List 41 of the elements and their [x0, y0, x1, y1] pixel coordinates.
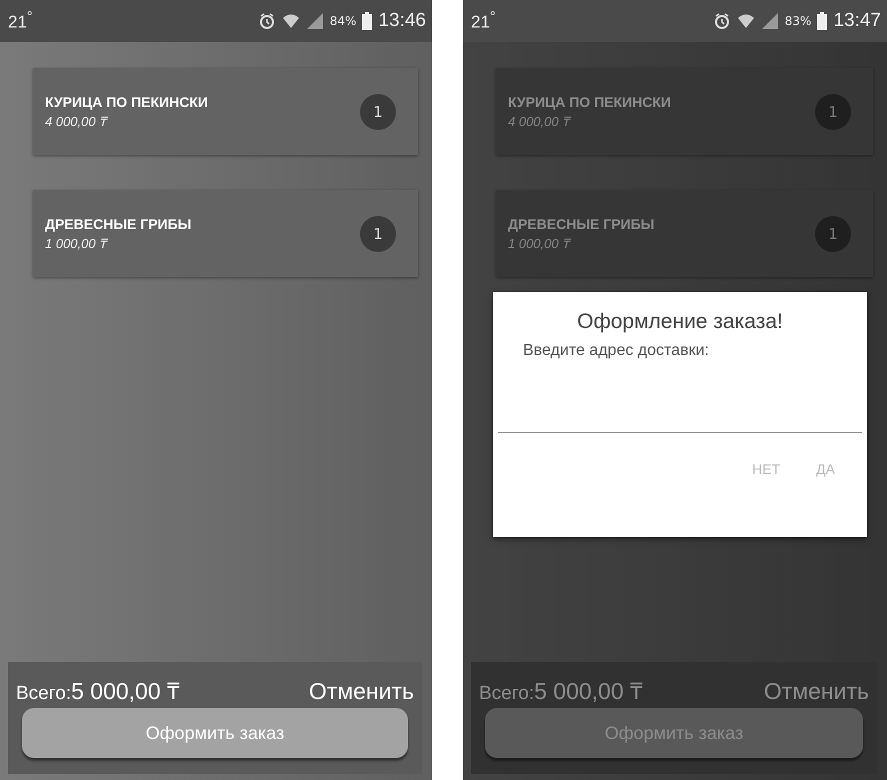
dialog-title: Оформление заказа!: [577, 310, 783, 334]
item-name: ДРЕВЕСНЫЕ ГРИБЫ: [45, 216, 192, 232]
item-price: 1 000,00 ₸: [508, 234, 572, 252]
order-item-card[interactable]: ДРЕВЕСНЫЕ ГРИБЫ 1 000,00 ₸ 1: [33, 190, 418, 277]
item-price: 4 000,00 ₸: [508, 112, 572, 130]
alarm-icon: [712, 12, 731, 30]
item-price: 4 000,00 ₸: [45, 112, 110, 130]
item-price: 1 000,00 ₸: [45, 234, 110, 252]
quantity-badge: 1: [815, 216, 851, 252]
temperature-text: 21$^{°}$: [8, 9, 33, 33]
quantity-badge: 1: [360, 216, 396, 252]
cancel-button[interactable]: Отменить: [308, 678, 414, 705]
wifi-icon: [736, 12, 755, 30]
quantity-badge: 1: [360, 94, 396, 130]
clock-time: 13:46: [378, 10, 426, 32]
battery-percent: 84%: [330, 14, 356, 28]
order-item-card[interactable]: КУРИЦА ПО ПЕКИНСКИ 4 000,00 ₸ 1: [496, 68, 873, 155]
cancel-button[interactable]: Отменить: [764, 678, 869, 705]
signal-icon: [760, 13, 779, 29]
total-amount: 5 000,00 ₸: [71, 678, 180, 704]
total-label: Всего:: [16, 683, 72, 704]
clock-time: 13:47: [833, 10, 881, 32]
quantity-badge: 1: [815, 94, 851, 130]
checkout-button[interactable]: Оформить заказ: [22, 708, 408, 758]
temperature-text: 21$^{°}$: [471, 9, 496, 33]
order-item-card[interactable]: КУРИЦА ПО ПЕКИНСКИ 4 000,00 ₸ 1: [33, 68, 418, 155]
dialog-button[interactable]: ДА: [808, 457, 843, 481]
battery-icon: [362, 12, 372, 30]
total-amount: 5 000,00 ₸: [534, 678, 644, 704]
wifi-icon: [282, 12, 300, 30]
item-name: КУРИЦА ПО ПЕКИНСКИ: [45, 94, 208, 110]
item-name: ДРЕВЕСНЫЕ ГРИБЫ: [508, 216, 654, 232]
alarm-icon: [258, 12, 276, 30]
signal-icon: [306, 13, 324, 29]
battery-percent: 83%: [784, 14, 812, 28]
item-name: КУРИЦА ПО ПЕКИНСКИ: [508, 94, 671, 110]
total-label: Всего:: [479, 683, 534, 704]
battery-icon: [817, 12, 828, 30]
dialog-button[interactable]: НЕТ: [744, 457, 788, 481]
order-item-card[interactable]: ДРЕВЕСНЫЕ ГРИБЫ 1 000,00 ₸ 1: [496, 190, 873, 277]
dialog-prompt: Введите адрес доставки:: [523, 342, 710, 360]
